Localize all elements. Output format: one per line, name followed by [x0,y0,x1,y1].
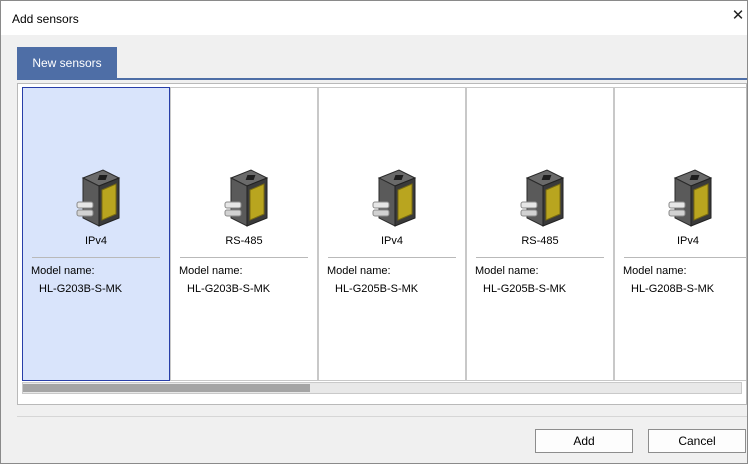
model-name-label: Model name: [475,265,539,277]
sensor-card[interactable]: IPv4 Model name: HL-G203B-S-MK [22,87,170,381]
model-name-value: HL-G203B-S-MK [187,283,271,295]
model-name-label: Model name: [623,265,687,277]
title-bar: Add sensors ✕ [1,1,747,35]
card-divider [624,257,746,258]
window-title: Add sensors [12,12,79,26]
sensor-icon [221,168,273,232]
tab-new-sensors[interactable]: New sensors [17,47,117,79]
card-divider [180,257,308,258]
sensor-interface: IPv4 [676,235,699,247]
card-divider [476,257,604,258]
scrollbar-thumb[interactable] [23,384,310,392]
sensor-interface: RS-485 [225,235,263,247]
cancel-button[interactable]: Cancel [648,429,746,453]
model-name-label: Model name: [327,265,391,277]
sensor-interface: RS-485 [521,235,559,247]
model-name-value: HL-G205B-S-MK [483,283,567,295]
tab-strip-underline [17,78,747,80]
sensor-cards: IPv4 Model name: HL-G203B-S-MK RS-485 Mo… [22,87,746,381]
add-sensors-dialog: Add sensors ✕ New sensors IPv4 Model nam… [0,0,748,464]
sensor-card[interactable]: RS-485 Model name: HL-G203B-S-MK [170,87,318,381]
model-name-label: Model name: [31,265,95,277]
sensor-list-panel: IPv4 Model name: HL-G203B-S-MK RS-485 Mo… [17,83,747,405]
model-name-value: HL-G208B-S-MK [631,283,715,295]
sensor-card[interactable]: IPv4 Model name: HL-G205B-S-MK [318,87,466,381]
dialog-content: New sensors IPv4 Model name: HL-G203B-S-… [1,35,747,463]
model-name-value: HL-G203B-S-MK [39,283,123,295]
card-divider [32,257,160,258]
card-divider [328,257,456,258]
close-button[interactable]: ✕ [729,5,747,27]
add-button[interactable]: Add [535,429,633,453]
sensor-card[interactable]: RS-485 Model name: HL-G205B-S-MK [466,87,614,381]
sensor-icon [665,168,717,232]
footer-divider [17,416,747,417]
sensor-card[interactable]: IPv4 Model name: HL-G208B-S-MK [614,87,746,381]
horizontal-scrollbar[interactable] [22,382,742,394]
model-name-value: HL-G205B-S-MK [335,283,419,295]
sensor-icon [517,168,569,232]
model-name-label: Model name: [179,265,243,277]
sensor-icon [73,168,125,232]
sensor-interface: IPv4 [84,235,107,247]
sensor-interface: IPv4 [380,235,403,247]
sensor-icon [369,168,421,232]
